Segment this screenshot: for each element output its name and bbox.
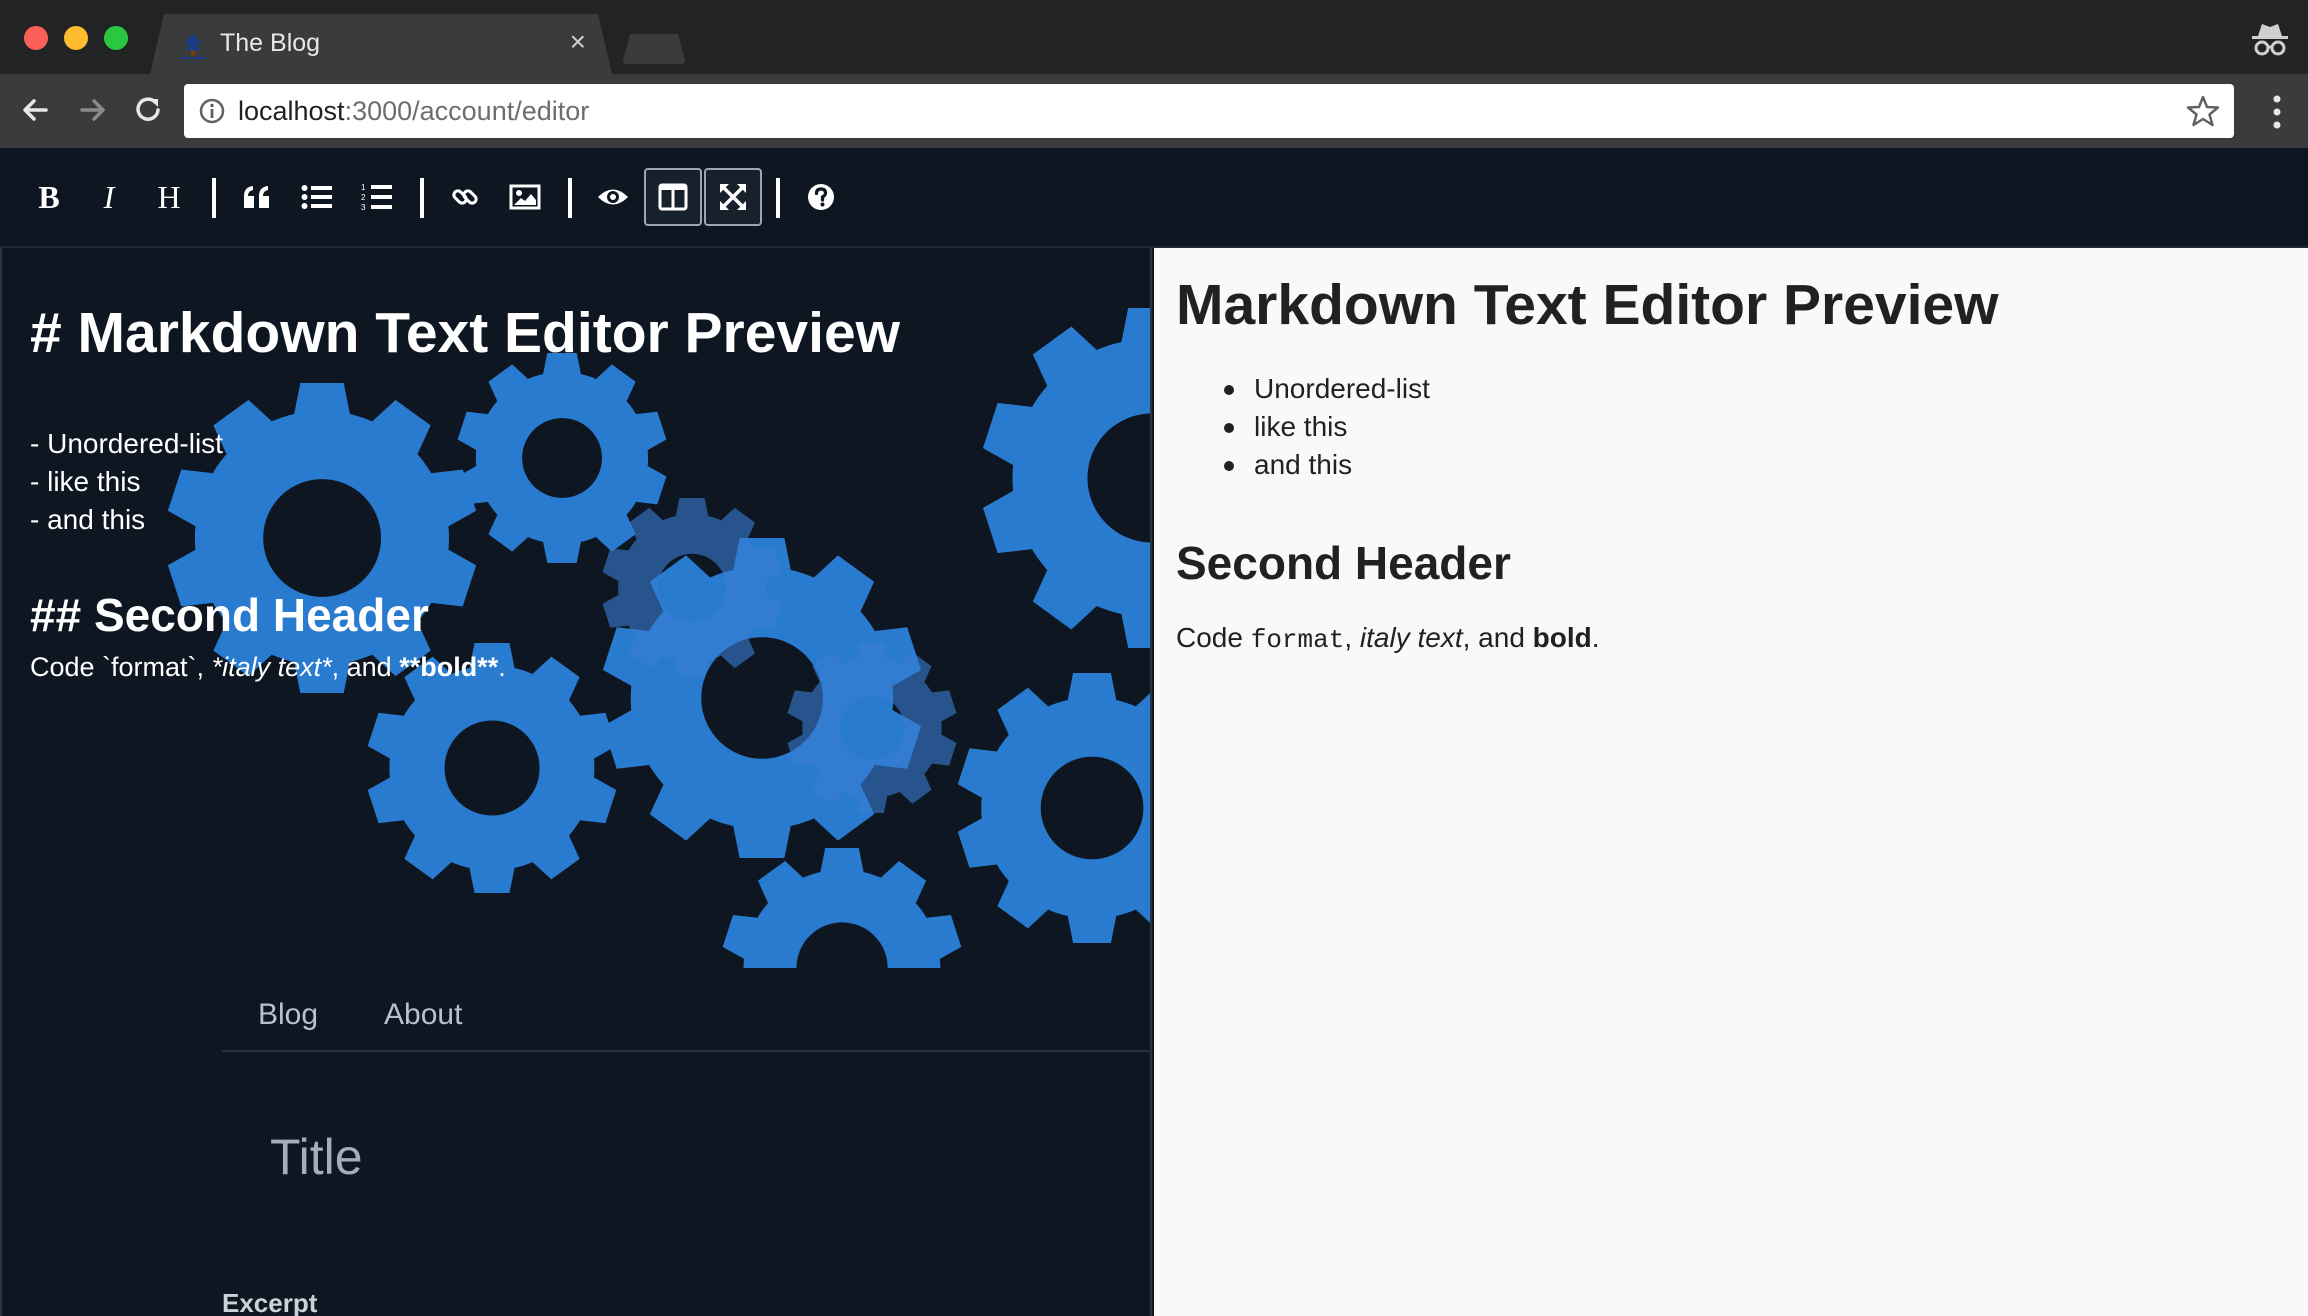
browser-toolbar: localhost:3000/account/editor [0, 74, 2308, 148]
site-navigation: Blog About [222, 988, 1150, 1052]
fullscreen-icon [720, 184, 746, 210]
fullscreen-button[interactable] [704, 168, 762, 226]
columns-icon [658, 183, 688, 211]
md-text-segment: Code `format`, [30, 652, 212, 682]
quote-button[interactable] [228, 168, 286, 226]
side-by-side-button[interactable] [644, 168, 702, 226]
toolbar-separator [776, 178, 780, 218]
md-italic-segment: *italy text* [211, 652, 332, 682]
preview-bold-segment: bold [1532, 622, 1592, 653]
markdown-list-line: - and this [30, 504, 146, 535]
toolbar-separator [420, 178, 424, 218]
nav-link-blog[interactable]: Blog [258, 998, 318, 1032]
preview-italic-segment: italy text [1359, 622, 1463, 653]
link-icon [452, 189, 478, 205]
close-window-button[interactable] [24, 26, 48, 50]
tab-close-icon[interactable]: × [570, 26, 586, 58]
markdown-h2-line: ## Second Header [30, 589, 429, 641]
list-item: Unordered-list [1224, 370, 1430, 408]
help-button[interactable] [792, 168, 850, 226]
browser-tab-active[interactable]: The Blog × [150, 14, 612, 74]
markdown-preview-pane: Markdown Text Editor Preview Unordered-l… [1154, 248, 2308, 1316]
md-text-segment: . [498, 652, 506, 682]
editor-toolbar: B I H 1 2 3 [0, 148, 2308, 248]
toolbar-separator [568, 178, 572, 218]
unordered-list-icon [301, 185, 332, 209]
preview-text-segment: . [1591, 622, 1600, 653]
url-host: localhost [238, 96, 345, 126]
minimize-window-button[interactable] [64, 26, 88, 50]
preview-text-segment: Code [1176, 622, 1251, 653]
preview-button[interactable] [584, 168, 642, 226]
tree-favicon-icon [178, 30, 208, 60]
list-item: like this [1224, 408, 1430, 446]
markdown-h1-line: # Markdown Text Editor Preview [30, 301, 901, 365]
preview-h2: Second Header [1176, 537, 1511, 589]
incognito-icon [2252, 24, 2288, 56]
bold-button[interactable]: B [20, 168, 78, 226]
tab-title: The Blog [220, 29, 321, 57]
markdown-list-line: - Unordered-list [30, 428, 223, 459]
italic-button[interactable]: I [80, 168, 138, 226]
preview-paragraph: Code format, italy text, and bold. [1176, 622, 1600, 655]
link-button[interactable] [436, 168, 494, 226]
title-input[interactable]: Title [270, 1128, 363, 1186]
md-text-segment: , and [331, 652, 400, 682]
svg-text:2: 2 [361, 193, 366, 202]
unordered-list-button[interactable] [288, 168, 346, 226]
preview-h1: Markdown Text Editor Preview [1176, 273, 1999, 337]
excerpt-label: Excerpt [222, 1288, 318, 1316]
preview-text-segment: , and [1462, 622, 1533, 653]
address-bar[interactable]: localhost:3000/account/editor [184, 84, 2234, 138]
nav-link-about[interactable]: About [384, 998, 462, 1032]
heading-button[interactable]: H [140, 168, 198, 226]
markdown-list-line: - like this [30, 466, 141, 497]
ordered-list-button[interactable]: 1 2 3 [348, 168, 406, 226]
maximize-window-button[interactable] [104, 26, 128, 50]
image-button[interactable] [496, 168, 554, 226]
markdown-editor-pane[interactable]: # Markdown Text Editor Preview - Unorder… [0, 248, 1152, 1316]
quote-icon [244, 186, 269, 208]
ordered-list-icon: 1 2 3 [361, 183, 392, 212]
info-icon[interactable] [198, 97, 226, 125]
reload-icon[interactable] [128, 90, 168, 130]
md-bold-segment: **bold** [399, 652, 499, 682]
preview-text-segment: , [1344, 622, 1360, 653]
preview-unordered-list: Unordered-list like this and this [1224, 370, 1430, 484]
image-icon [509, 184, 541, 210]
markdown-paragraph-line: Code `format`, *italy text*, and **bold*… [30, 652, 506, 683]
browser-tabbar: The Blog × [0, 0, 2308, 74]
svg-text:3: 3 [361, 203, 366, 212]
url-text: localhost:3000/account/editor [238, 96, 589, 127]
preview-code-segment: format [1250, 625, 1345, 655]
back-arrow-icon[interactable] [16, 90, 56, 130]
toolbar-separator [212, 178, 216, 218]
forward-arrow-icon[interactable] [72, 90, 112, 130]
new-tab-button[interactable] [622, 34, 686, 64]
help-icon [808, 184, 834, 210]
list-item: and this [1224, 446, 1430, 484]
url-path: :3000/account/editor [344, 96, 590, 126]
eye-icon [598, 189, 628, 205]
bookmark-star-icon[interactable] [2186, 94, 2220, 128]
browser-menu-icon[interactable] [2272, 94, 2282, 130]
svg-text:1: 1 [361, 183, 366, 192]
